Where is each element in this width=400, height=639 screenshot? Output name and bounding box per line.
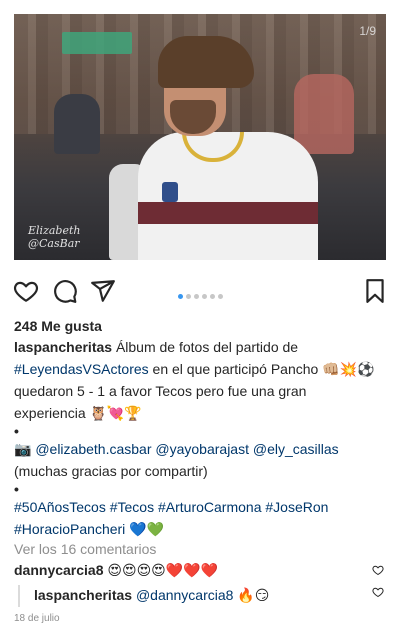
reply-username[interactable]: laspancheritas xyxy=(34,587,132,603)
mention-link[interactable]: @dannycarcia8 xyxy=(136,587,234,603)
hashtag-link[interactable]: #HoracioPancheri xyxy=(14,521,125,537)
comment-icon[interactable] xyxy=(52,278,78,304)
caption-line: 📷 @elizabeth.casbar @yayobarajast @ely_c… xyxy=(14,438,386,460)
caption-text: en el que participó Pancho 👊🏼💥⚽ xyxy=(148,361,375,377)
background-person xyxy=(294,74,354,154)
caption-text: Álbum de fotos del partido de xyxy=(112,339,299,355)
comment-text: 😍😍😍😍❤️❤️❤️ xyxy=(103,562,219,578)
caption-text: (muchas gracias por compartir) xyxy=(14,463,208,479)
comment-row: dannycarcia8 😍😍😍😍❤️❤️❤️ xyxy=(14,562,364,579)
reply-thread-line xyxy=(18,585,20,607)
comment-username[interactable]: dannycarcia8 xyxy=(14,562,104,578)
caption-username[interactable]: laspancheritas xyxy=(14,339,112,355)
caption-line: #HoracioPancheri 💙💚 xyxy=(14,518,386,540)
post-caption: laspancheritas Álbum de fotos del partid… xyxy=(14,336,386,540)
view-all-comments-link[interactable]: Ver los 16 comentarios xyxy=(14,541,156,557)
caption-line: laspancheritas Álbum de fotos del partid… xyxy=(14,336,386,358)
watermark-line: Elizabeth xyxy=(28,224,81,237)
hashtag-link[interactable]: #ArturoCarmona xyxy=(158,499,262,515)
share-icon[interactable] xyxy=(90,278,116,304)
hashtag-link[interactable]: #LeyendasVSActores xyxy=(14,361,149,377)
likes-count[interactable]: 248 Me gusta xyxy=(14,318,102,334)
post-date: 18 de julio xyxy=(14,613,60,624)
photo-counter: 1/9 xyxy=(359,24,376,38)
save-icon[interactable] xyxy=(362,278,388,304)
watermark-line: @CasBar xyxy=(28,237,80,250)
post-photo[interactable]: 1/9 Elizabeth @CasBar xyxy=(14,14,386,260)
shirt-band xyxy=(138,202,318,224)
mention-link[interactable]: @ely_casillas xyxy=(253,441,339,457)
hearts-emoji: 💙💚 xyxy=(125,521,165,537)
background-sign xyxy=(62,32,132,54)
reply-text: 🔥😏 xyxy=(233,587,270,603)
heart-icon[interactable] xyxy=(13,278,39,304)
reply-like-heart-icon[interactable] xyxy=(372,586,384,598)
caption-bullet: • xyxy=(14,423,19,439)
caption-line: #LeyendasVSActores en el que participó P… xyxy=(14,358,386,380)
background-person xyxy=(54,94,100,154)
carousel-indicator xyxy=(178,288,226,300)
caption-bullet: • xyxy=(14,481,19,497)
hashtag-link[interactable]: #JoseRon xyxy=(265,499,328,515)
caption-line: #50AñosTecos #Tecos #ArturoCarmona #Jose… xyxy=(14,496,386,518)
team-crest xyxy=(162,182,178,202)
player-hair xyxy=(158,36,254,88)
reply-row: laspancheritas @dannycarcia8 🔥😏 xyxy=(34,587,269,604)
caption-text: experiencia 🦉💘🏆 xyxy=(14,405,142,421)
hashtag-link[interactable]: #50AñosTecos xyxy=(14,499,106,515)
hashtag-link[interactable]: #Tecos xyxy=(110,499,154,515)
mention-link[interactable]: @elizabeth.casbar xyxy=(35,441,151,457)
comment-like-heart-icon[interactable] xyxy=(372,564,384,576)
caption-text: quedaron 5 - 1 a favor Tecos pero fue un… xyxy=(14,383,307,399)
camera-emoji: 📷 xyxy=(14,441,36,457)
mention-link[interactable]: @yayobarajast xyxy=(155,441,249,457)
photo-watermark: Elizabeth @CasBar xyxy=(28,224,80,250)
